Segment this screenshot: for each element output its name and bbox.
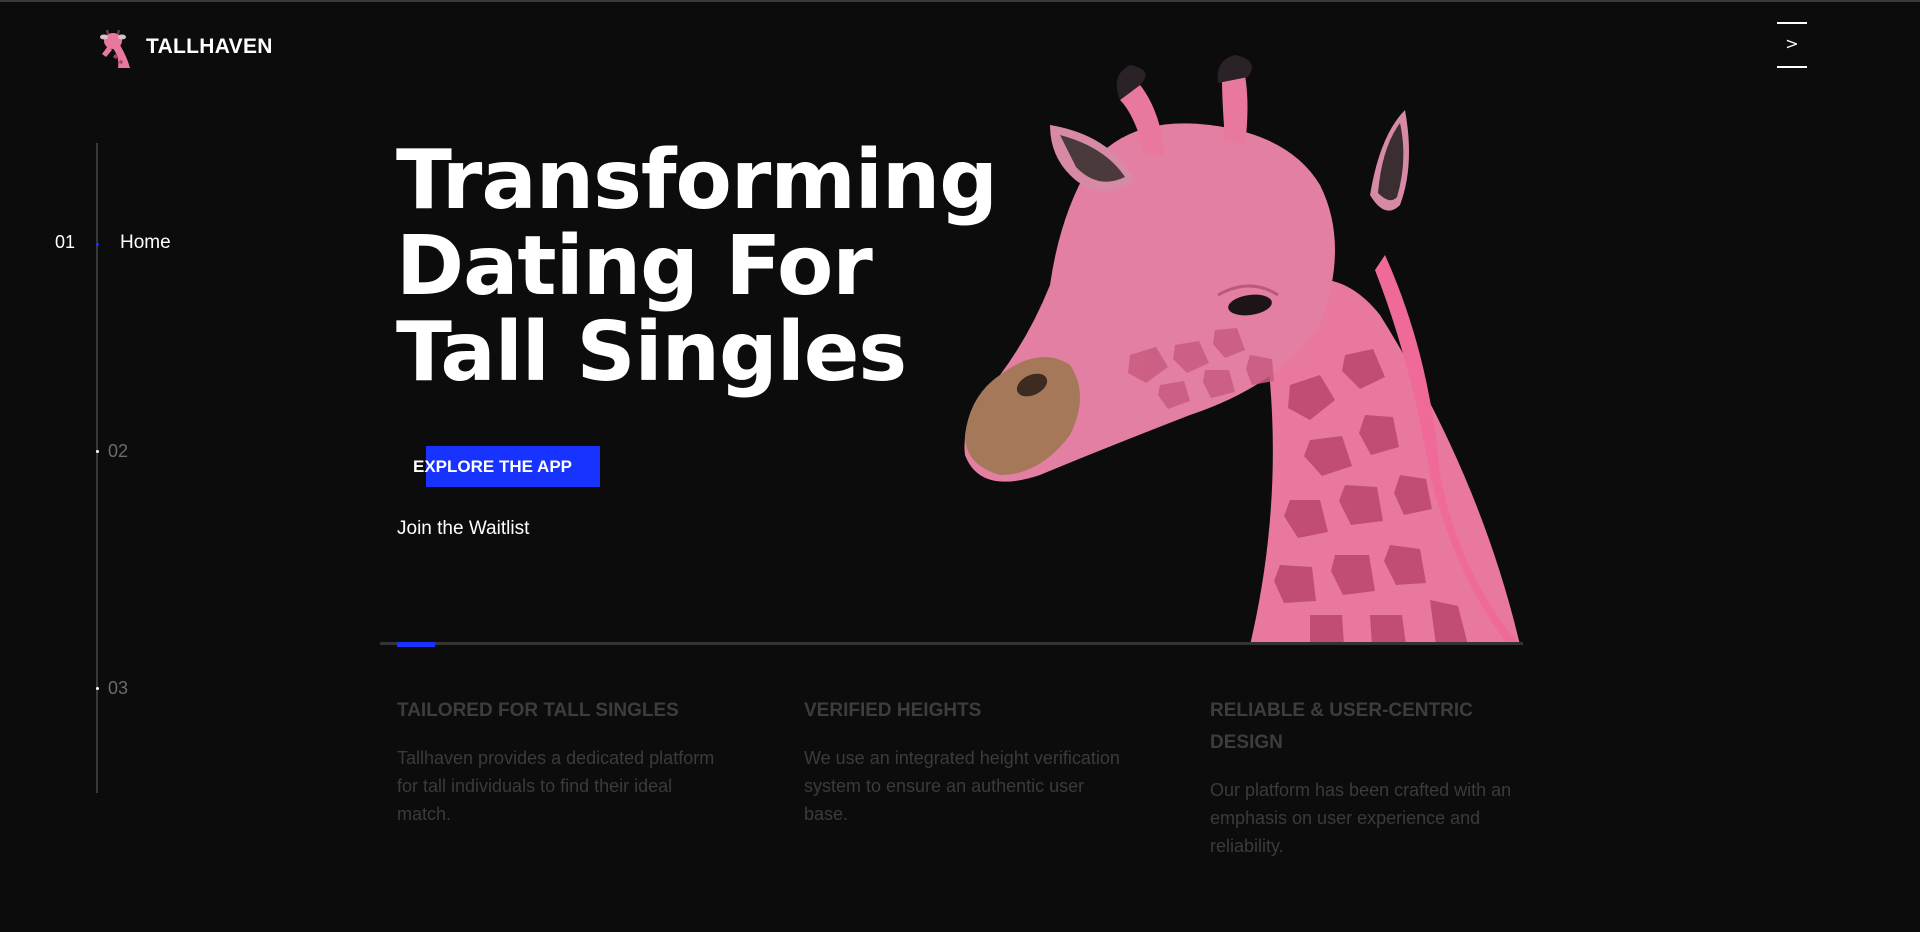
side-nav-number-01[interactable]: 01 xyxy=(55,232,75,253)
menu-bar-bottom xyxy=(1777,66,1807,68)
feature-body: We use an integrated height verification… xyxy=(804,748,1120,824)
feature-verified-heights: VERIFIED HEIGHTS We use an integrated he… xyxy=(804,695,1124,828)
top-border xyxy=(0,0,1920,2)
feature-title: VERIFIED HEIGHTS xyxy=(804,700,982,721)
feature-tailored: TAILORED FOR TALL SINGLES Tallhaven prov… xyxy=(397,695,717,828)
pink-giraffe-illustration xyxy=(964,55,1520,645)
join-waitlist-link[interactable]: Join the Waitlist xyxy=(397,518,529,540)
brand[interactable]: TALLHAVEN xyxy=(96,26,273,68)
hero-title-line-3: Tall Singles xyxy=(396,305,907,400)
hero-title: Transforming Dating For Tall Singles xyxy=(396,133,998,400)
side-nav-dot-active xyxy=(96,243,99,246)
feature-title: RELIABLE & USER-CENTRIC DESIGN xyxy=(1210,700,1473,753)
feature-title: TAILORED FOR TALL SINGLES xyxy=(397,700,679,721)
side-nav-item-home[interactable]: Home xyxy=(120,232,171,254)
side-nav-rail xyxy=(96,143,98,793)
side-nav-dot-02 xyxy=(96,450,99,453)
slide-progress-track xyxy=(380,642,1523,645)
menu-toggle-button[interactable]: > xyxy=(1777,20,1807,68)
feature-body: Tallhaven provides a dedicated platform … xyxy=(397,748,715,824)
giraffe-logo-icon xyxy=(100,29,130,68)
chevron-right-icon: > xyxy=(1785,34,1799,53)
hero-title-line-2: Dating For xyxy=(396,219,873,314)
slide-progress-indicator xyxy=(397,642,435,647)
feature-body: Our platform has been crafted with an em… xyxy=(1210,780,1512,856)
feature-reliable-design: RELIABLE & USER-CENTRIC DESIGN Our platf… xyxy=(1210,695,1530,860)
side-nav-dot-03 xyxy=(96,687,99,690)
side-nav-number-03[interactable]: 03 xyxy=(108,678,128,699)
hero-title-line-1: Transforming xyxy=(396,133,998,228)
menu-bar-top xyxy=(1777,22,1807,24)
side-nav-number-02[interactable]: 02 xyxy=(108,441,128,462)
brand-name: TALLHAVEN xyxy=(146,35,273,58)
explore-app-button-label[interactable]: EXPLORE THE APP xyxy=(413,457,572,477)
